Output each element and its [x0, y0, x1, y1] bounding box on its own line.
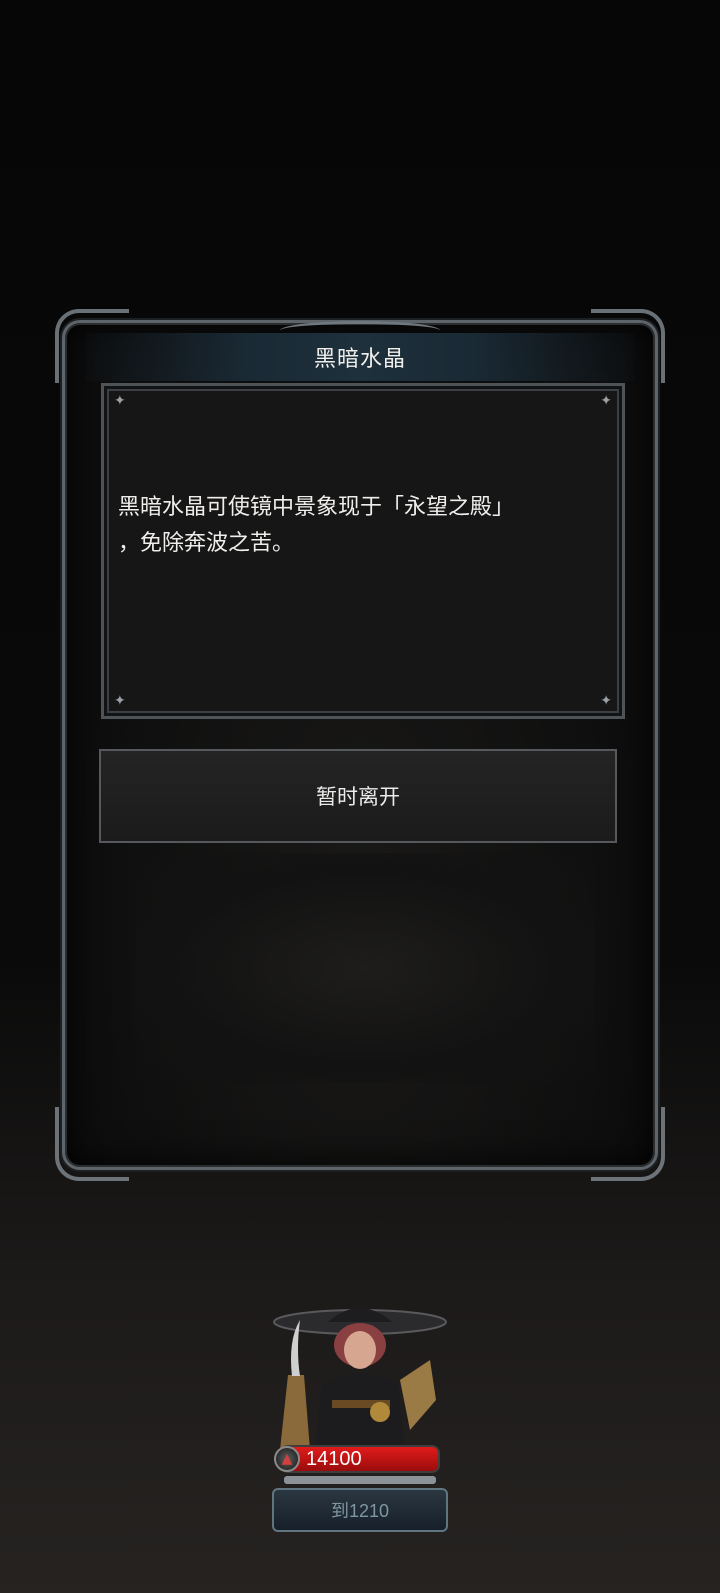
leave-button-label: 暂时离开 [316, 785, 400, 809]
frame-corner-ornament [55, 1107, 129, 1181]
player-hp-bar: ▲ 14100 [274, 1445, 440, 1473]
level-label: 到1210 [330, 1501, 390, 1521]
player-secondary-bar [284, 1476, 436, 1484]
player-hp-value: 14100 [306, 1447, 362, 1470]
sparkle-icon: ✦ [114, 693, 126, 709]
dialog-title: 黑暗水晶 [313, 347, 406, 372]
title-ornament [280, 321, 440, 340]
sparkle-icon: ✦ [600, 393, 612, 409]
sparkle-icon: ✦ [114, 393, 126, 409]
player-character-portrait[interactable] [270, 1300, 450, 1450]
dialog-title-bar: 黑暗水晶 [85, 321, 635, 381]
description-text: 黑暗水晶可使镜中景象现于「永望之殿」 ，免除奔波之苦。 [118, 495, 515, 556]
description-box: ✦ ✦ ✦ ✦ 黑暗水晶可使镜中景象现于「永望之殿」 ，免除奔波之苦。 [101, 383, 625, 719]
dark-crystal-dialog: 黑暗水晶 ✦ ✦ ✦ ✦ 黑暗水晶可使镜中景象现于「永望之殿」 ，免除奔波之苦。… [55, 309, 665, 1181]
background-texture [135, 853, 595, 1083]
blade-icon: ▲ [274, 1446, 300, 1472]
leave-button[interactable]: 暂时离开 [99, 749, 617, 843]
level-button[interactable]: 到1210 [272, 1488, 448, 1532]
frame-corner-ornament [591, 1107, 665, 1181]
sparkle-icon: ✦ [600, 693, 612, 709]
